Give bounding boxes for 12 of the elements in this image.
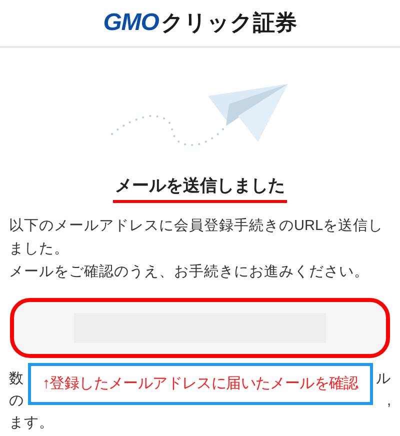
logo-latin: GMO [103, 11, 159, 35]
note-text: , [386, 392, 391, 411]
message-text: メールをご確認のうえ、お手続きにお進みください。 [9, 262, 370, 282]
message-text: 以下のメールアドレスに会員登録手続きのURLを送信しました。 [9, 216, 384, 259]
note-text: 数 [9, 370, 24, 389]
page-title: メールを送信しました [113, 174, 287, 203]
paper-plane-icon [110, 82, 290, 148]
logo-kana: クリック証券 [160, 12, 297, 34]
callout-text: ↑登録したメールアドレスに届いたメールを確認 [42, 374, 358, 394]
note-text: の [9, 392, 24, 411]
note-text: ル [376, 370, 391, 389]
note-text: ます。 [9, 414, 54, 433]
